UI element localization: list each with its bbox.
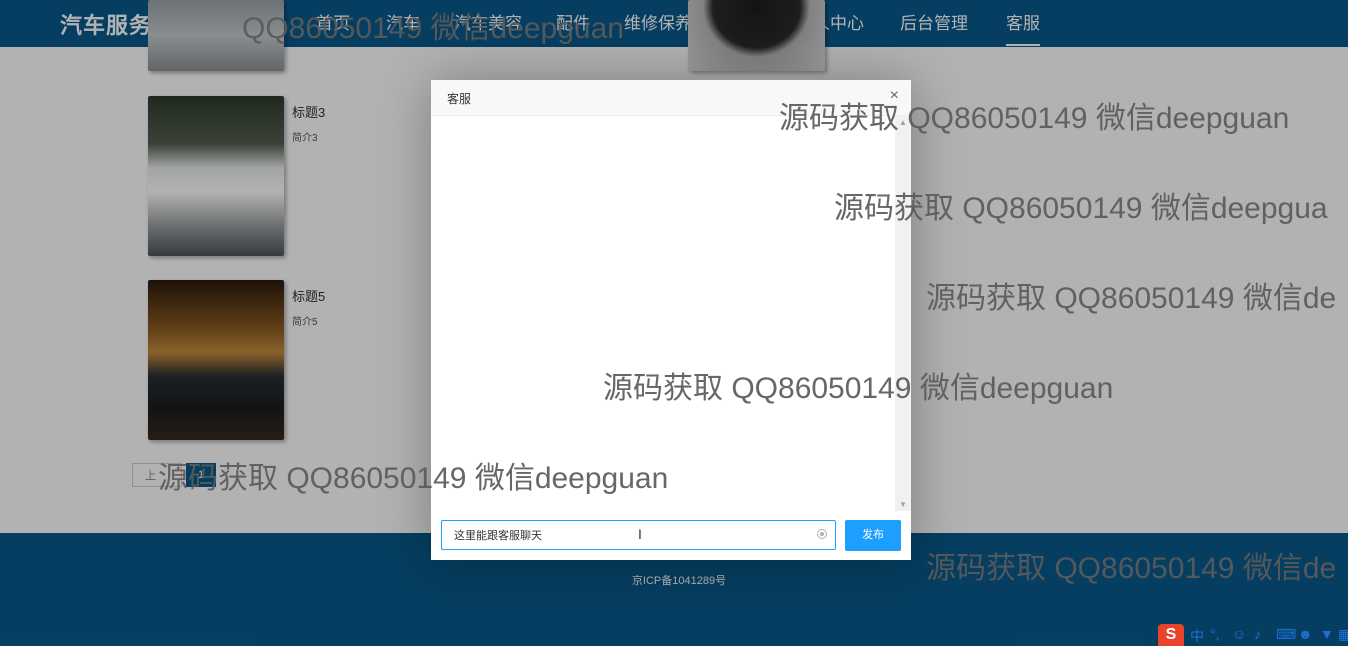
- close-icon[interactable]: ×: [890, 87, 899, 105]
- ime-mode[interactable]: 中: [1190, 626, 1204, 646]
- chat-message-area[interactable]: [431, 116, 895, 511]
- scroll-down-icon[interactable]: ▼: [899, 500, 907, 509]
- scroll-up-icon[interactable]: ▲: [899, 118, 907, 127]
- emoji-icon[interactable]: ☺: [1232, 626, 1246, 642]
- punctuation-icon[interactable]: °,: [1210, 626, 1220, 642]
- message-input-wrapper: I: [441, 520, 836, 550]
- publish-button[interactable]: 发布: [845, 520, 901, 551]
- chat-scrollbar[interactable]: ▲ ▼: [895, 116, 911, 511]
- user-icon[interactable]: ☻: [1298, 626, 1313, 642]
- sogou-logo-icon[interactable]: S: [1158, 624, 1184, 646]
- dialog-header[interactable]: 客服 ×: [431, 80, 911, 116]
- keyboard-icon[interactable]: ⌨: [1276, 626, 1296, 643]
- toolbox-icon[interactable]: ▦: [1338, 626, 1348, 643]
- clear-input-icon[interactable]: [817, 529, 827, 539]
- chat-dialog: 客服 × ▲ ▼ I 发布: [431, 80, 911, 560]
- message-input[interactable]: [442, 521, 814, 549]
- skin-icon[interactable]: ▼: [1320, 626, 1334, 642]
- microphone-icon[interactable]: ♪: [1254, 626, 1261, 642]
- dialog-title: 客服: [447, 92, 472, 106]
- ime-toolbar[interactable]: S 中 °, ☺ ♪ ⌨ ☻ ▼ ▦: [1158, 624, 1348, 646]
- text-cursor-icon: I: [638, 526, 642, 542]
